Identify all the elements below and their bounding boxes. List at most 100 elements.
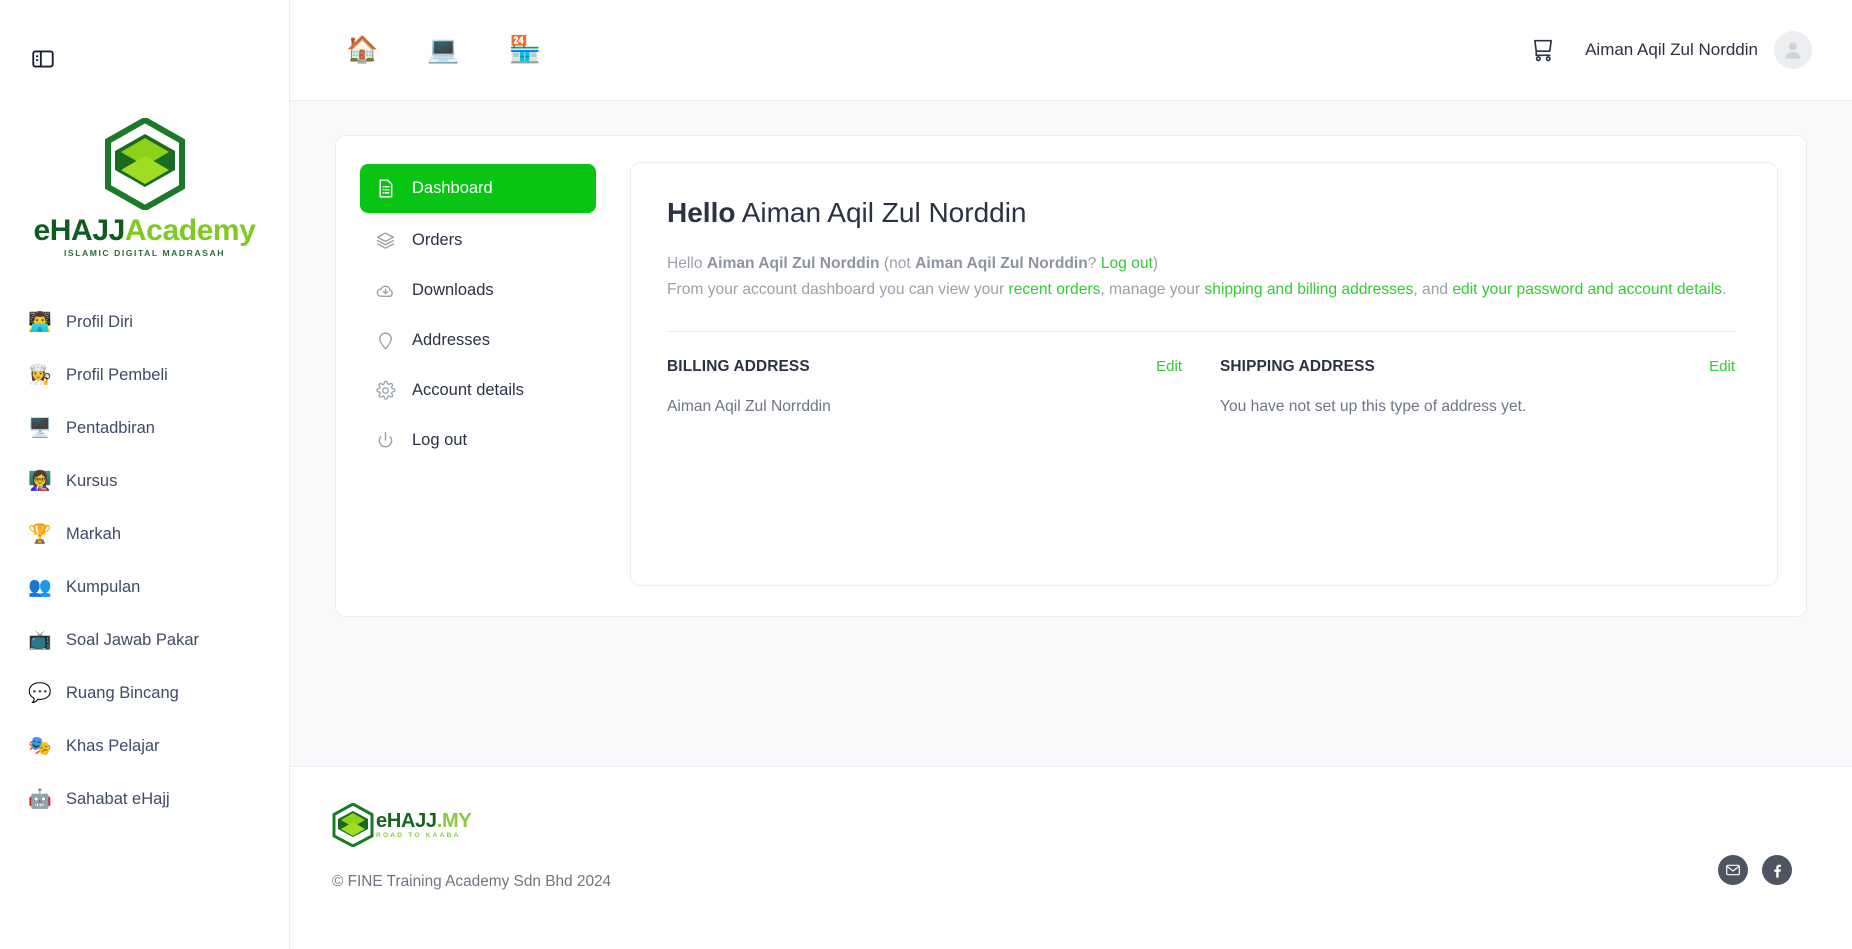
billing-address-title: BILLING ADDRESS <box>667 357 810 375</box>
brand-tagline: ISLAMIC DIGITAL MADRASAH <box>63 248 225 258</box>
student-special-icon: 🎭 <box>28 734 52 757</box>
sidebar-item-kumpulan[interactable]: 👥 Kumpulan <box>0 561 289 614</box>
greeting-close: ) <box>1152 255 1159 272</box>
sidebar-item-khas-pelajar[interactable]: 🎭 Khas Pelajar <box>0 720 289 773</box>
shipping-address-title: SHIPPING ADDRESS <box>1220 357 1375 375</box>
greeting-mid: (not <box>879 255 916 272</box>
user-menu[interactable]: Aiman Aqil Zul Norddin <box>1585 31 1812 69</box>
sidebar-item-label: Kumpulan <box>66 577 141 596</box>
greeting-paragraph: Hello Aiman Aqil Zul Norddin (not Aiman … <box>667 251 1735 277</box>
account-nav-account-details[interactable]: Account details <box>360 367 596 413</box>
footer-logo[interactable]: eHAJJ.MY ROAD TO KAABA <box>332 803 611 847</box>
gear-icon <box>374 379 396 401</box>
shipping-address-edit-link[interactable]: Edit <box>1709 358 1735 375</box>
brand-name-lime: Academy <box>124 214 256 247</box>
billing-address-column: BILLING ADDRESS Edit Aiman Aqil Zul Norr… <box>667 358 1220 416</box>
shopping-cart-icon[interactable] <box>1529 36 1557 64</box>
kaaba-logo-icon <box>332 803 374 847</box>
brand-logo[interactable]: eHAJJAcademy ISLAMIC DIGITAL MADRASAH <box>0 118 289 258</box>
billing-address-edit-link[interactable]: Edit <box>1156 358 1182 375</box>
account-nav-log-out[interactable]: Log out <box>360 417 596 463</box>
account-panel: Dashboard Orders Downloads Addresses Acc… <box>335 135 1807 617</box>
shipping-address-header: SHIPPING ADDRESS Edit <box>1220 358 1735 376</box>
main-region: 🏠 💻 🏪 Aiman Aqil Zul Norddin Dashboard O… <box>290 0 1852 949</box>
qa-expert-icon: 📺 <box>28 628 52 651</box>
kaaba-logo-icon <box>104 118 185 210</box>
top-bar-right: Aiman Aqil Zul Norddin <box>1529 31 1812 69</box>
account-nav-label: Downloads <box>412 280 494 299</box>
sidebar-item-label: Sahabat eHajj <box>66 789 170 808</box>
sidebar-item-ruang-bincang[interactable]: 💬 Ruang Bincang <box>0 667 289 720</box>
sidebar-item-label: Khas Pelajar <box>66 736 160 755</box>
desc-mid1: , manage your <box>1100 280 1205 298</box>
sidebar-item-label: Soal Jawab Pakar <box>66 630 199 649</box>
facebook-icon[interactable] <box>1762 855 1792 885</box>
footer-left: eHAJJ.MY ROAD TO KAABA © FINE Training A… <box>332 803 611 891</box>
sidebar-item-profil-diri[interactable]: 👨‍💻 Profil Diri <box>0 296 289 349</box>
dashboard-list-icon <box>374 178 396 200</box>
footer-social-links <box>1718 803 1792 885</box>
main-sidebar: eHAJJAcademy ISLAMIC DIGITAL MADRASAH 👨‍… <box>0 0 290 949</box>
desc-end: . <box>1721 280 1727 298</box>
buyer-profile-icon: 👩‍🍳 <box>28 363 52 386</box>
score-icon: 🏆 <box>28 522 52 545</box>
copyright-text: © FINE Training Academy Sdn Bhd 2024 <box>332 873 612 890</box>
email-icon[interactable] <box>1718 855 1748 885</box>
friends-icon: 🤖 <box>28 787 52 810</box>
panel-left-icon[interactable] <box>30 46 56 72</box>
desc-mid2: , and <box>1413 280 1453 298</box>
user-name-label: Aiman Aqil Zul Norddin <box>1585 40 1758 59</box>
page-title: Hello Aiman Aqil Zul Norddin <box>667 197 1735 229</box>
sidebar-item-label: Profil Diri <box>66 312 133 331</box>
page-title-name: Aiman Aqil Zul Norddin <box>741 197 1027 228</box>
account-nav-orders[interactable]: Orders <box>360 217 596 263</box>
sidebar-item-profil-pembeli[interactable]: 👩‍🍳 Profil Pembeli <box>0 349 289 402</box>
greeting-user-name: Aiman Aqil Zul Norddin <box>706 255 880 272</box>
footer-brand-lime: .MY <box>436 809 472 832</box>
app-root: eHAJJAcademy ISLAMIC DIGITAL MADRASAH 👨‍… <box>0 0 1852 949</box>
shipping-billing-addresses-link[interactable]: shipping and billing addresses <box>1204 281 1413 298</box>
discussion-icon: 💬 <box>28 681 52 704</box>
account-nav-addresses[interactable]: Addresses <box>360 317 596 363</box>
learn-icon[interactable]: 💻 <box>427 37 459 63</box>
shipping-address-value: You have not set up this type of address… <box>1220 397 1527 415</box>
home-icon[interactable]: 🏠 <box>346 37 378 63</box>
account-nav-label: Dashboard <box>412 179 493 197</box>
account-nav-label: Addresses <box>412 330 490 349</box>
shop-icon[interactable]: 🏪 <box>509 37 541 63</box>
greeting-pre: Hello <box>667 255 707 272</box>
sidebar-item-soal-jawab-pakar[interactable]: 📺 Soal Jawab Pakar <box>0 614 289 667</box>
addresses-row: BILLING ADDRESS Edit Aiman Aqil Zul Norr… <box>667 358 1735 416</box>
account-nav-dashboard[interactable]: Dashboard <box>360 164 596 213</box>
account-nav: Dashboard Orders Downloads Addresses Acc… <box>360 162 596 586</box>
dashboard-card: Hello Aiman Aqil Zul Norddin Hello Aiman… <box>630 162 1778 586</box>
user-avatar-icon <box>1785 42 1801 59</box>
brand-name-dark: eHAJJ <box>33 214 126 247</box>
user-profile-icon: 👨‍💻 <box>28 310 52 333</box>
page-footer: eHAJJ.MY ROAD TO KAABA © FINE Training A… <box>290 766 1852 949</box>
sidebar-item-label: Markah <box>66 524 122 543</box>
account-nav-label: Account details <box>412 380 524 399</box>
greeting-question: ? <box>1087 255 1101 272</box>
edit-password-account-details-link[interactable]: edit your password and account details <box>1452 281 1722 298</box>
desc-pre: From your account dashboard you can view… <box>667 280 1009 298</box>
footer-brand-tagline: ROAD TO KAABA <box>376 831 461 839</box>
sidebar-item-pentadbiran[interactable]: 🖥️ Pentadbiran <box>0 402 289 455</box>
page-title-greeting: Hello <box>667 197 736 228</box>
sidebar-item-label: Ruang Bincang <box>66 683 179 702</box>
greeting-user-name-alt: Aiman Aqil Zul Norddin <box>915 255 1088 272</box>
avatar[interactable] <box>1774 31 1812 69</box>
account-nav-downloads[interactable]: Downloads <box>360 267 596 313</box>
admin-gear-icon: 🖥️ <box>28 416 52 439</box>
sidebar-item-markah[interactable]: 🏆 Markah <box>0 508 289 561</box>
power-icon <box>374 429 396 451</box>
sidebar-item-kursus[interactable]: 👩‍🏫 Kursus <box>0 455 289 508</box>
group-icon: 👥 <box>28 575 52 598</box>
billing-address-header: BILLING ADDRESS Edit <box>667 358 1182 376</box>
logout-link[interactable]: Log out <box>1101 255 1153 272</box>
sidebar-item-sahabat-ehajj[interactable]: 🤖 Sahabat eHajj <box>0 773 289 826</box>
dashboard-description: From your account dashboard you can view… <box>667 277 1735 303</box>
account-nav-label: Orders <box>412 230 463 249</box>
recent-orders-link[interactable]: recent orders <box>1009 281 1101 298</box>
footer-logo-text: eHAJJ.MY ROAD TO KAABA <box>376 809 472 840</box>
